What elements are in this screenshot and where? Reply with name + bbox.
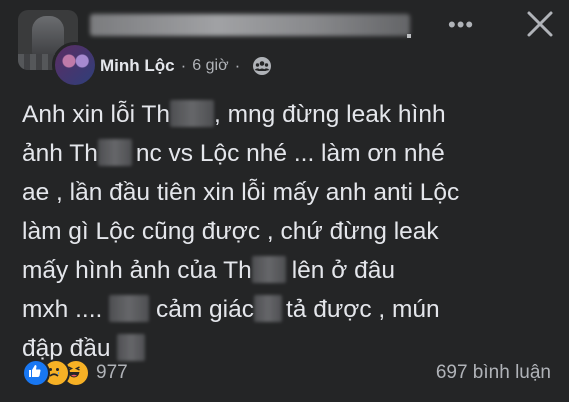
reaction-count: 977 bbox=[96, 362, 128, 383]
comment-count[interactable]: 697 bình luận bbox=[436, 362, 551, 384]
post-text: Anh xin lỗi Th , mng đừng leak hình ảnh T… bbox=[22, 95, 562, 368]
text-segment: ae , lần đầu tiên xin lỗi mấy anh anti L… bbox=[22, 179, 460, 206]
post-footer: 977 697 bình luận bbox=[0, 356, 569, 392]
meta-separator: · bbox=[180, 56, 187, 75]
post-line: mấy hình ảnh của Th lên ở đâu bbox=[22, 251, 562, 290]
redaction-block bbox=[253, 295, 282, 322]
like-icon bbox=[22, 359, 50, 387]
text-segment: ảnh Th bbox=[22, 140, 98, 167]
text-segment: mấy hình ảnh của Th bbox=[22, 257, 252, 284]
friends-group-icon[interactable] bbox=[252, 56, 272, 76]
more-options-button[interactable]: ••• bbox=[448, 12, 478, 37]
group-name-dot bbox=[407, 34, 411, 38]
text-segment: lên ở đâu bbox=[291, 257, 395, 284]
author-avatar[interactable] bbox=[52, 42, 98, 88]
redaction-block bbox=[97, 139, 132, 166]
author-name[interactable]: Minh Lộc bbox=[100, 56, 175, 76]
post-line: Anh xin lỗi Th , mng đừng leak hình bbox=[22, 95, 562, 134]
group-name-redacted[interactable] bbox=[90, 14, 410, 36]
text-segment: nc vs Lộc nhé ... làm ơn nhé bbox=[135, 140, 445, 167]
text-segment: cảm giác bbox=[149, 296, 254, 323]
text-segment: Anh xin lỗi Th bbox=[22, 101, 170, 128]
text-segment: mxh .... bbox=[22, 296, 110, 323]
post-time[interactable]: 6 giờ bbox=[192, 57, 228, 75]
post-line: mxh .... cảm giác tả được , mún bbox=[22, 290, 562, 329]
text-segment: , mng đừng leak hình bbox=[214, 101, 446, 128]
text-segment: làm gì Lộc cũng được , chứ đừng leak bbox=[22, 218, 439, 245]
post-line: ảnh Th nc vs Lộc nhé ... làm ơn nhé bbox=[22, 134, 562, 173]
post-line: làm gì Lộc cũng được , chứ đừng leak bbox=[22, 212, 562, 251]
post-header: Minh Lộc · 6 giờ · ••• bbox=[0, 0, 569, 90]
reaction-summary[interactable]: 977 bbox=[22, 359, 128, 387]
text-segment: tả được , mún bbox=[285, 296, 440, 323]
redaction-block bbox=[170, 100, 214, 127]
close-icon[interactable] bbox=[522, 6, 558, 42]
redaction-block bbox=[109, 295, 150, 322]
post-line: ae , lần đầu tiên xin lỗi mấy anh anti L… bbox=[22, 173, 562, 212]
meta-separator-2: · bbox=[234, 56, 241, 75]
redaction-block bbox=[251, 256, 286, 283]
author-line: Minh Lộc · 6 giờ · bbox=[100, 54, 272, 78]
